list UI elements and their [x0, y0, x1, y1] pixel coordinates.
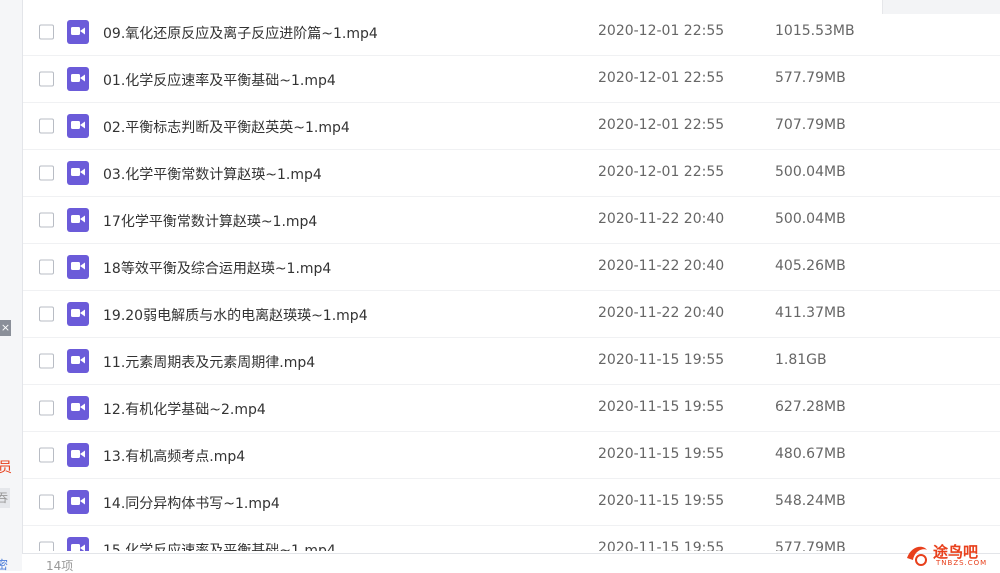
file-date: 2020-11-22 20:40 — [598, 305, 725, 321]
sidebar-link-fragment[interactable]: 密 — [0, 558, 8, 571]
video-file-icon — [67, 490, 89, 514]
file-row[interactable]: 13.有机高频考点.mp4 2020-11-15 19:55 480.67MB — [23, 431, 1000, 479]
sidebar-strip: × 员 吞 密 — [0, 0, 23, 571]
file-date: 2020-12-01 22:55 — [598, 70, 725, 86]
file-date: 2020-12-01 22:55 — [598, 117, 725, 133]
file-row[interactable]: 09.氧化还原反应及离子反应进阶篇~1.mp4 2020-12-01 22:55 1… — [23, 8, 1000, 56]
file-size: 627.28MB — [775, 399, 846, 415]
video-file-icon — [67, 114, 89, 138]
file-size: 411.37MB — [775, 305, 846, 321]
row-checkbox[interactable] — [39, 212, 54, 228]
file-date: 2020-12-01 22:55 — [598, 23, 725, 39]
file-row[interactable]: 14.同分异构体书写~1.mp4 2020-11-15 19:55 548.24MB — [23, 478, 1000, 526]
file-date: 2020-11-22 20:40 — [598, 211, 725, 227]
file-size: 500.04MB — [775, 211, 846, 227]
file-name[interactable]: 09.氧化还原反应及离子反应进阶篇~1.mp4 — [103, 23, 378, 43]
video-file-icon — [67, 349, 89, 373]
file-name[interactable]: 13.有机高频考点.mp4 — [103, 446, 245, 466]
file-row[interactable]: 11.元素周期表及元素周期律.mp4 2020-11-15 19:55 1.81GB — [23, 337, 1000, 385]
row-checkbox[interactable] — [39, 24, 54, 40]
file-name[interactable]: 19.20弱电解质与水的电离赵瑛瑛~1.mp4 — [103, 305, 368, 325]
row-checkbox[interactable] — [39, 71, 54, 87]
video-file-icon — [67, 255, 89, 279]
file-size: 1.81GB — [775, 352, 827, 368]
row-checkbox[interactable] — [39, 306, 54, 322]
file-size: 577.79MB — [775, 540, 846, 551]
file-size: 405.26MB — [775, 258, 846, 274]
row-checkbox[interactable] — [39, 494, 54, 510]
file-size: 1015.53MB — [775, 23, 855, 39]
video-file-icon — [67, 537, 89, 551]
row-checkbox[interactable] — [39, 541, 54, 551]
file-size: 707.79MB — [775, 117, 846, 133]
row-checkbox[interactable] — [39, 259, 54, 275]
status-bar: 14项 — [22, 553, 1000, 573]
file-size: 480.67MB — [775, 446, 846, 462]
file-date: 2020-12-01 22:55 — [598, 164, 725, 180]
file-row[interactable]: 02.平衡标志判断及平衡赵英英~1.mp4 2020-12-01 22:55 707… — [23, 102, 1000, 150]
file-name[interactable]: 18等效平衡及综合运用赵瑛~1.mp4 — [103, 258, 331, 278]
file-date: 2020-11-15 19:55 — [598, 399, 725, 415]
watermark-subtext: TNBZS.COM — [936, 559, 988, 567]
file-row[interactable]: 01.化学反应速率及平衡基础~1.mp4 2020-12-01 22:55 577.… — [23, 55, 1000, 103]
video-file-icon — [67, 396, 89, 420]
video-file-icon — [67, 443, 89, 467]
file-name[interactable]: 15.化学反应速率及平衡基础~1.mp4 — [103, 540, 336, 551]
video-file-icon — [67, 20, 89, 44]
row-checkbox[interactable] — [39, 447, 54, 463]
row-checkbox[interactable] — [39, 353, 54, 369]
file-name[interactable]: 11.元素周期表及元素周期律.mp4 — [103, 352, 315, 372]
watermark: 途鸟吧 TNBZS.COM — [903, 540, 999, 568]
sidebar-button-fragment[interactable]: 吞 — [0, 488, 10, 508]
file-date: 2020-11-15 19:55 — [598, 446, 725, 462]
file-name[interactable]: 17化学平衡常数计算赵瑛~1.mp4 — [103, 211, 317, 231]
file-name[interactable]: 03.化学平衡常数计算赵瑛~1.mp4 — [103, 164, 322, 184]
file-list: 09.氧化还原反应及离子反应进阶篇~1.mp4 2020-12-01 22:55 1… — [23, 0, 1000, 551]
file-row[interactable]: 12.有机化学基础~2.mp4 2020-11-15 19:55 627.28MB — [23, 384, 1000, 432]
video-file-icon — [67, 67, 89, 91]
row-checkbox[interactable] — [39, 165, 54, 181]
video-file-icon — [67, 302, 89, 326]
file-row[interactable]: 18等效平衡及综合运用赵瑛~1.mp4 2020-11-22 20:40 405.2… — [23, 243, 1000, 291]
file-size: 500.04MB — [775, 164, 846, 180]
file-row[interactable]: 15.化学反应速率及平衡基础~1.mp4 2020-11-15 19:55 577.… — [23, 525, 1000, 551]
file-name[interactable]: 01.化学反应速率及平衡基础~1.mp4 — [103, 70, 336, 90]
file-size: 548.24MB — [775, 493, 846, 509]
file-row[interactable]: 03.化学平衡常数计算赵瑛~1.mp4 2020-12-01 22:55 500.0… — [23, 149, 1000, 197]
row-checkbox[interactable] — [39, 118, 54, 134]
sidebar-text-fragment: 员 — [0, 459, 12, 477]
file-size: 577.79MB — [775, 70, 846, 86]
watermark-logo-icon — [907, 546, 927, 566]
file-row[interactable]: 17化学平衡常数计算赵瑛~1.mp4 2020-11-22 20:40 500.04… — [23, 196, 1000, 244]
file-date: 2020-11-15 19:55 — [598, 493, 725, 509]
file-name[interactable]: 12.有机化学基础~2.mp4 — [103, 399, 266, 419]
file-row[interactable]: 19.20弱电解质与水的电离赵瑛瑛~1.mp4 2020-11-22 20:40 4… — [23, 290, 1000, 338]
file-name[interactable]: 02.平衡标志判断及平衡赵英英~1.mp4 — [103, 117, 350, 137]
file-date: 2020-11-22 20:40 — [598, 258, 725, 274]
file-date: 2020-11-15 19:55 — [598, 352, 725, 368]
video-file-icon — [67, 208, 89, 232]
file-date: 2020-11-15 19:55 — [598, 540, 725, 551]
video-file-icon — [67, 161, 89, 185]
row-checkbox[interactable] — [39, 400, 54, 416]
file-name[interactable]: 14.同分异构体书写~1.mp4 — [103, 493, 280, 513]
close-icon[interactable]: × — [0, 320, 11, 336]
